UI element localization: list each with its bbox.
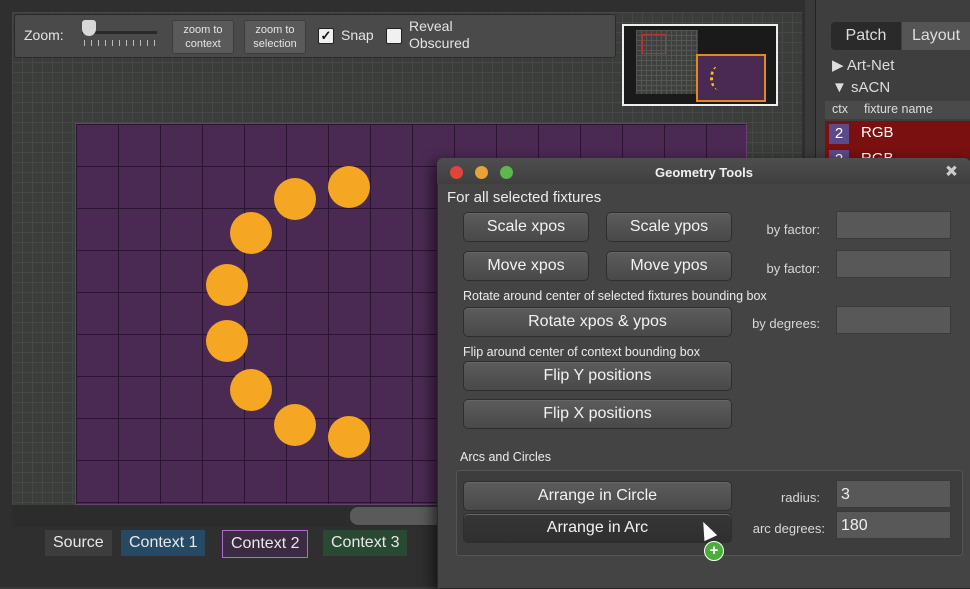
expanded-arrow-icon: ▼ bbox=[832, 79, 847, 96]
flip-x-button[interactable]: Flip X positions bbox=[463, 399, 732, 429]
fixture-dot[interactable] bbox=[328, 166, 370, 208]
collapsed-arrow-icon: ▶ bbox=[832, 57, 844, 74]
all-selected-caption: For all selected fixtures bbox=[447, 189, 602, 206]
fixture-dot[interactable] bbox=[274, 178, 316, 220]
fixture-dot[interactable] bbox=[328, 416, 370, 458]
move-xpos-button[interactable]: Move xpos bbox=[463, 251, 589, 281]
move-factor-field[interactable] bbox=[836, 250, 951, 278]
scale-factor-field[interactable] bbox=[836, 211, 951, 239]
close-window-icon[interactable] bbox=[450, 166, 463, 179]
snap-label: Snap bbox=[341, 27, 374, 43]
tab-context-2[interactable]: Context 2 bbox=[222, 530, 309, 558]
radius-field[interactable]: 3 bbox=[836, 480, 951, 508]
arc-degrees-field[interactable]: 180 bbox=[836, 511, 951, 539]
fixture-dot[interactable] bbox=[206, 320, 248, 362]
fixture-dot[interactable] bbox=[230, 369, 272, 411]
radius-label: radius: bbox=[780, 490, 820, 505]
tab-source[interactable]: Source bbox=[45, 530, 112, 556]
move-ypos-button[interactable]: Move ypos bbox=[606, 251, 732, 281]
tab-patch[interactable]: Patch bbox=[831, 22, 901, 50]
arrange-circle-button[interactable]: Arrange in Circle bbox=[463, 481, 732, 511]
minimap-source-box bbox=[642, 34, 666, 54]
tree-item-artnet[interactable]: ▶ Art-Net bbox=[832, 56, 894, 74]
tab-context-3[interactable]: Context 3 bbox=[323, 530, 408, 556]
fixture-dot[interactable] bbox=[230, 212, 272, 254]
reveal-obscured-checkbox[interactable] bbox=[386, 28, 402, 44]
tab-layout[interactable]: Layout bbox=[902, 22, 970, 50]
zoom-slider-thumb[interactable] bbox=[82, 20, 96, 36]
rotate-degrees-label: by degrees: bbox=[752, 316, 820, 331]
zoom-label: Zoom: bbox=[24, 27, 64, 43]
zoom-toolbar bbox=[14, 14, 616, 58]
minimap-fixtures bbox=[710, 66, 727, 90]
dialog-title: Geometry Tools bbox=[655, 165, 754, 180]
fixture-dot[interactable] bbox=[206, 264, 248, 306]
tab-context-1[interactable]: Context 1 bbox=[121, 530, 206, 556]
scale-ypos-button[interactable]: Scale ypos bbox=[606, 212, 732, 242]
zoom-to-selection-button[interactable]: zoom to selection bbox=[244, 20, 306, 54]
zoom-window-icon[interactable] bbox=[500, 166, 513, 179]
minimap[interactable] bbox=[622, 24, 778, 106]
reveal-obscured-label: Reveal Obscured bbox=[409, 18, 470, 51]
scale-xpos-button[interactable]: Scale xpos bbox=[463, 212, 589, 242]
check-icon: ✓ bbox=[320, 28, 332, 43]
zoom-to-context-button[interactable]: zoom to context bbox=[172, 20, 234, 54]
zoom-slider-ticks bbox=[84, 40, 156, 46]
arrange-arc-button[interactable]: Arrange in Arc bbox=[463, 513, 732, 543]
rotate-degrees-field[interactable] bbox=[836, 306, 951, 334]
snap-checkbox[interactable]: ✓ bbox=[318, 28, 334, 44]
move-factor-label: by factor: bbox=[766, 261, 820, 276]
rotate-button[interactable]: Rotate xpos & ypos bbox=[463, 307, 732, 337]
add-badge-icon: + bbox=[704, 541, 724, 561]
arc-degrees-label: arc degrees: bbox=[752, 521, 825, 536]
minimap-viewport[interactable] bbox=[696, 54, 766, 102]
scale-factor-label: by factor: bbox=[766, 222, 820, 237]
column-fixture-name[interactable]: fixture name bbox=[864, 102, 933, 116]
minimize-window-icon[interactable] bbox=[475, 166, 488, 179]
flip-caption: Flip around center of context bounding b… bbox=[463, 345, 700, 359]
table-row[interactable]: 2 RGB bbox=[825, 121, 970, 147]
fixture-dot[interactable] bbox=[274, 404, 316, 446]
tree-item-sacn[interactable]: ▼ sACN bbox=[832, 79, 890, 96]
rotate-caption: Rotate around center of selected fixture… bbox=[463, 289, 767, 303]
column-ctx[interactable]: ctx bbox=[832, 102, 848, 116]
arcs-caption: Arcs and Circles bbox=[460, 450, 551, 464]
flip-y-button[interactable]: Flip Y positions bbox=[463, 361, 732, 391]
